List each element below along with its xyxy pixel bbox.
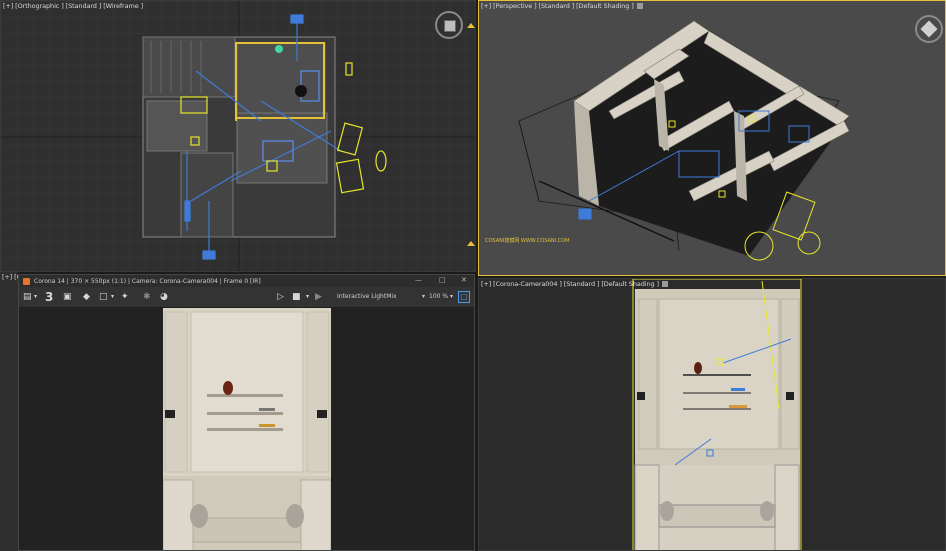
minimize-button[interactable]: — xyxy=(415,276,422,284)
lightmix-dropdown[interactable]: Interactive LightMix ▾ xyxy=(337,291,427,302)
region-select-icon[interactable]: □ xyxy=(99,290,108,304)
viewport-camera[interactable]: [+] [Corona-Camera004 ] [Standard ] [Def… xyxy=(478,278,946,551)
denoise-icon[interactable]: ✱ xyxy=(143,290,151,304)
chevron-down-icon[interactable]: ▾ xyxy=(111,290,114,304)
vfb-title-text: Corona 14 | 370 × 550px (1:1) | Camera: … xyxy=(34,277,261,285)
vfb-toolbar: ▤ ▾ 3 ▣ ◆ □ ▾ ✦ ✱ ◕ ▷ ■ ▾ ▶ Interactive … xyxy=(19,287,474,308)
eraser-icon[interactable]: ◆ xyxy=(83,290,90,304)
maximize-button[interactable]: □ xyxy=(439,276,446,284)
region-icon[interactable]: ▣ xyxy=(63,290,72,304)
corona-vfb-window[interactable]: Corona 14 | 370 × 550px (1:1) | Camera: … xyxy=(18,274,475,551)
corona-app-icon xyxy=(23,277,30,285)
ortho-grid xyxy=(1,1,475,271)
watermark-text: COSANI建模网 WWW.COSANI.COM xyxy=(485,238,570,244)
viewport-label-bottom-left[interactable]: [+] [C xyxy=(2,273,18,281)
play-ir-icon[interactable]: ▶ xyxy=(315,290,322,304)
chevron-down-icon[interactable]: ▾ xyxy=(306,290,309,304)
viewcube-icon[interactable] xyxy=(915,15,943,43)
render-image xyxy=(163,308,331,550)
camera-scene xyxy=(632,279,802,550)
viewport-menu-icon[interactable] xyxy=(636,3,643,9)
viewport-label-perspective[interactable]: [+] [Perspective ] [Standard ] [Default … xyxy=(481,2,643,10)
pass-counter: 3 xyxy=(45,290,54,304)
floor-plan-wireframe xyxy=(142,36,336,238)
corona-logo-icon[interactable]: ◕ xyxy=(160,290,168,304)
viewport-orthographic[interactable]: [+] [Orthographic ] [Standard ] [Wirefra… xyxy=(0,0,476,272)
panel-toggle-icon[interactable]: □ xyxy=(458,291,470,303)
picker-icon[interactable]: ✦ xyxy=(121,290,129,304)
dropdown-icon: ▾ xyxy=(449,293,453,300)
viewport-label-orthographic[interactable]: [+] [Orthographic ] [Standard ] [Wirefra… xyxy=(3,2,143,10)
close-button[interactable]: ✕ xyxy=(461,276,467,284)
chevron-down-icon[interactable]: ▾ xyxy=(34,290,37,304)
viewport-bottom-left[interactable]: [+] [C xyxy=(0,272,18,551)
lightmix-label: Interactive LightMix xyxy=(337,293,397,300)
vfb-titlebar[interactable]: Corona 14 | 370 × 550px (1:1) | Camera: … xyxy=(19,275,474,287)
stop-icon[interactable]: ■ xyxy=(292,290,301,304)
play-icon[interactable]: ▷ xyxy=(277,290,284,304)
dropdown-icon: ▾ xyxy=(421,293,425,300)
perspective-scene xyxy=(518,20,850,261)
save-icon[interactable]: ▤ xyxy=(23,290,32,304)
zoom-dropdown[interactable]: 100 % ▾ xyxy=(429,291,453,302)
zoom-value: 100 % xyxy=(429,293,449,300)
viewcube-icon[interactable] xyxy=(435,11,463,39)
viewport-perspective[interactable]: [+] [Perspective ] [Standard ] [Default … xyxy=(478,0,946,276)
